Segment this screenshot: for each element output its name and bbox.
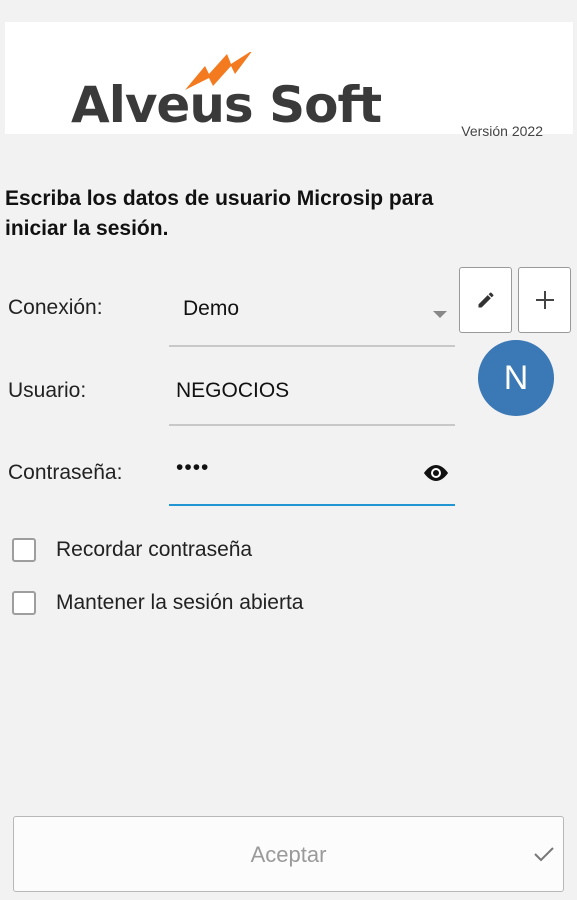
show-password-eye-icon[interactable] <box>421 462 451 484</box>
password-value: •••• <box>176 456 210 479</box>
remember-password-row[interactable]: Recordar contraseña <box>12 538 252 562</box>
check-icon <box>534 847 554 862</box>
add-connection-button[interactable] <box>518 267 571 333</box>
edit-connection-button[interactable] <box>459 267 512 333</box>
connection-dropdown[interactable]: Demo <box>169 295 455 347</box>
brand-logo: Alveus Soft <box>71 76 382 134</box>
connection-label: Conexión: <box>8 296 103 319</box>
user-label: Usuario: <box>8 379 87 402</box>
login-instructions: Escriba los datos de usuario Microsip pa… <box>5 187 434 240</box>
user-input[interactable]: NEGOCIOS <box>169 374 455 426</box>
remember-password-label[interactable]: Recordar contraseña <box>56 538 252 562</box>
dropdown-arrow-icon <box>433 311 447 318</box>
pencil-icon <box>478 292 494 308</box>
keep-session-label[interactable]: Mantener la sesión abierta <box>56 591 303 615</box>
version-label: Versión 2022 <box>461 123 543 139</box>
accept-label: Aceptar <box>250 842 327 867</box>
keep-session-checkbox[interactable] <box>12 591 36 615</box>
password-input[interactable]: •••• <box>169 454 455 506</box>
user-avatar[interactable]: N <box>478 340 554 416</box>
keep-session-row[interactable]: Mantener la sesión abierta <box>12 591 303 615</box>
plus-icon <box>535 291 554 309</box>
app-header: Alveus Soft Versión 2022 <box>5 22 573 139</box>
connection-value: Demo <box>183 297 240 320</box>
user-value: NEGOCIOS <box>176 379 290 402</box>
remember-password-checkbox[interactable] <box>12 538 36 562</box>
accept-button[interactable]: Aceptar <box>13 816 564 892</box>
password-label: Contraseña: <box>8 461 123 484</box>
